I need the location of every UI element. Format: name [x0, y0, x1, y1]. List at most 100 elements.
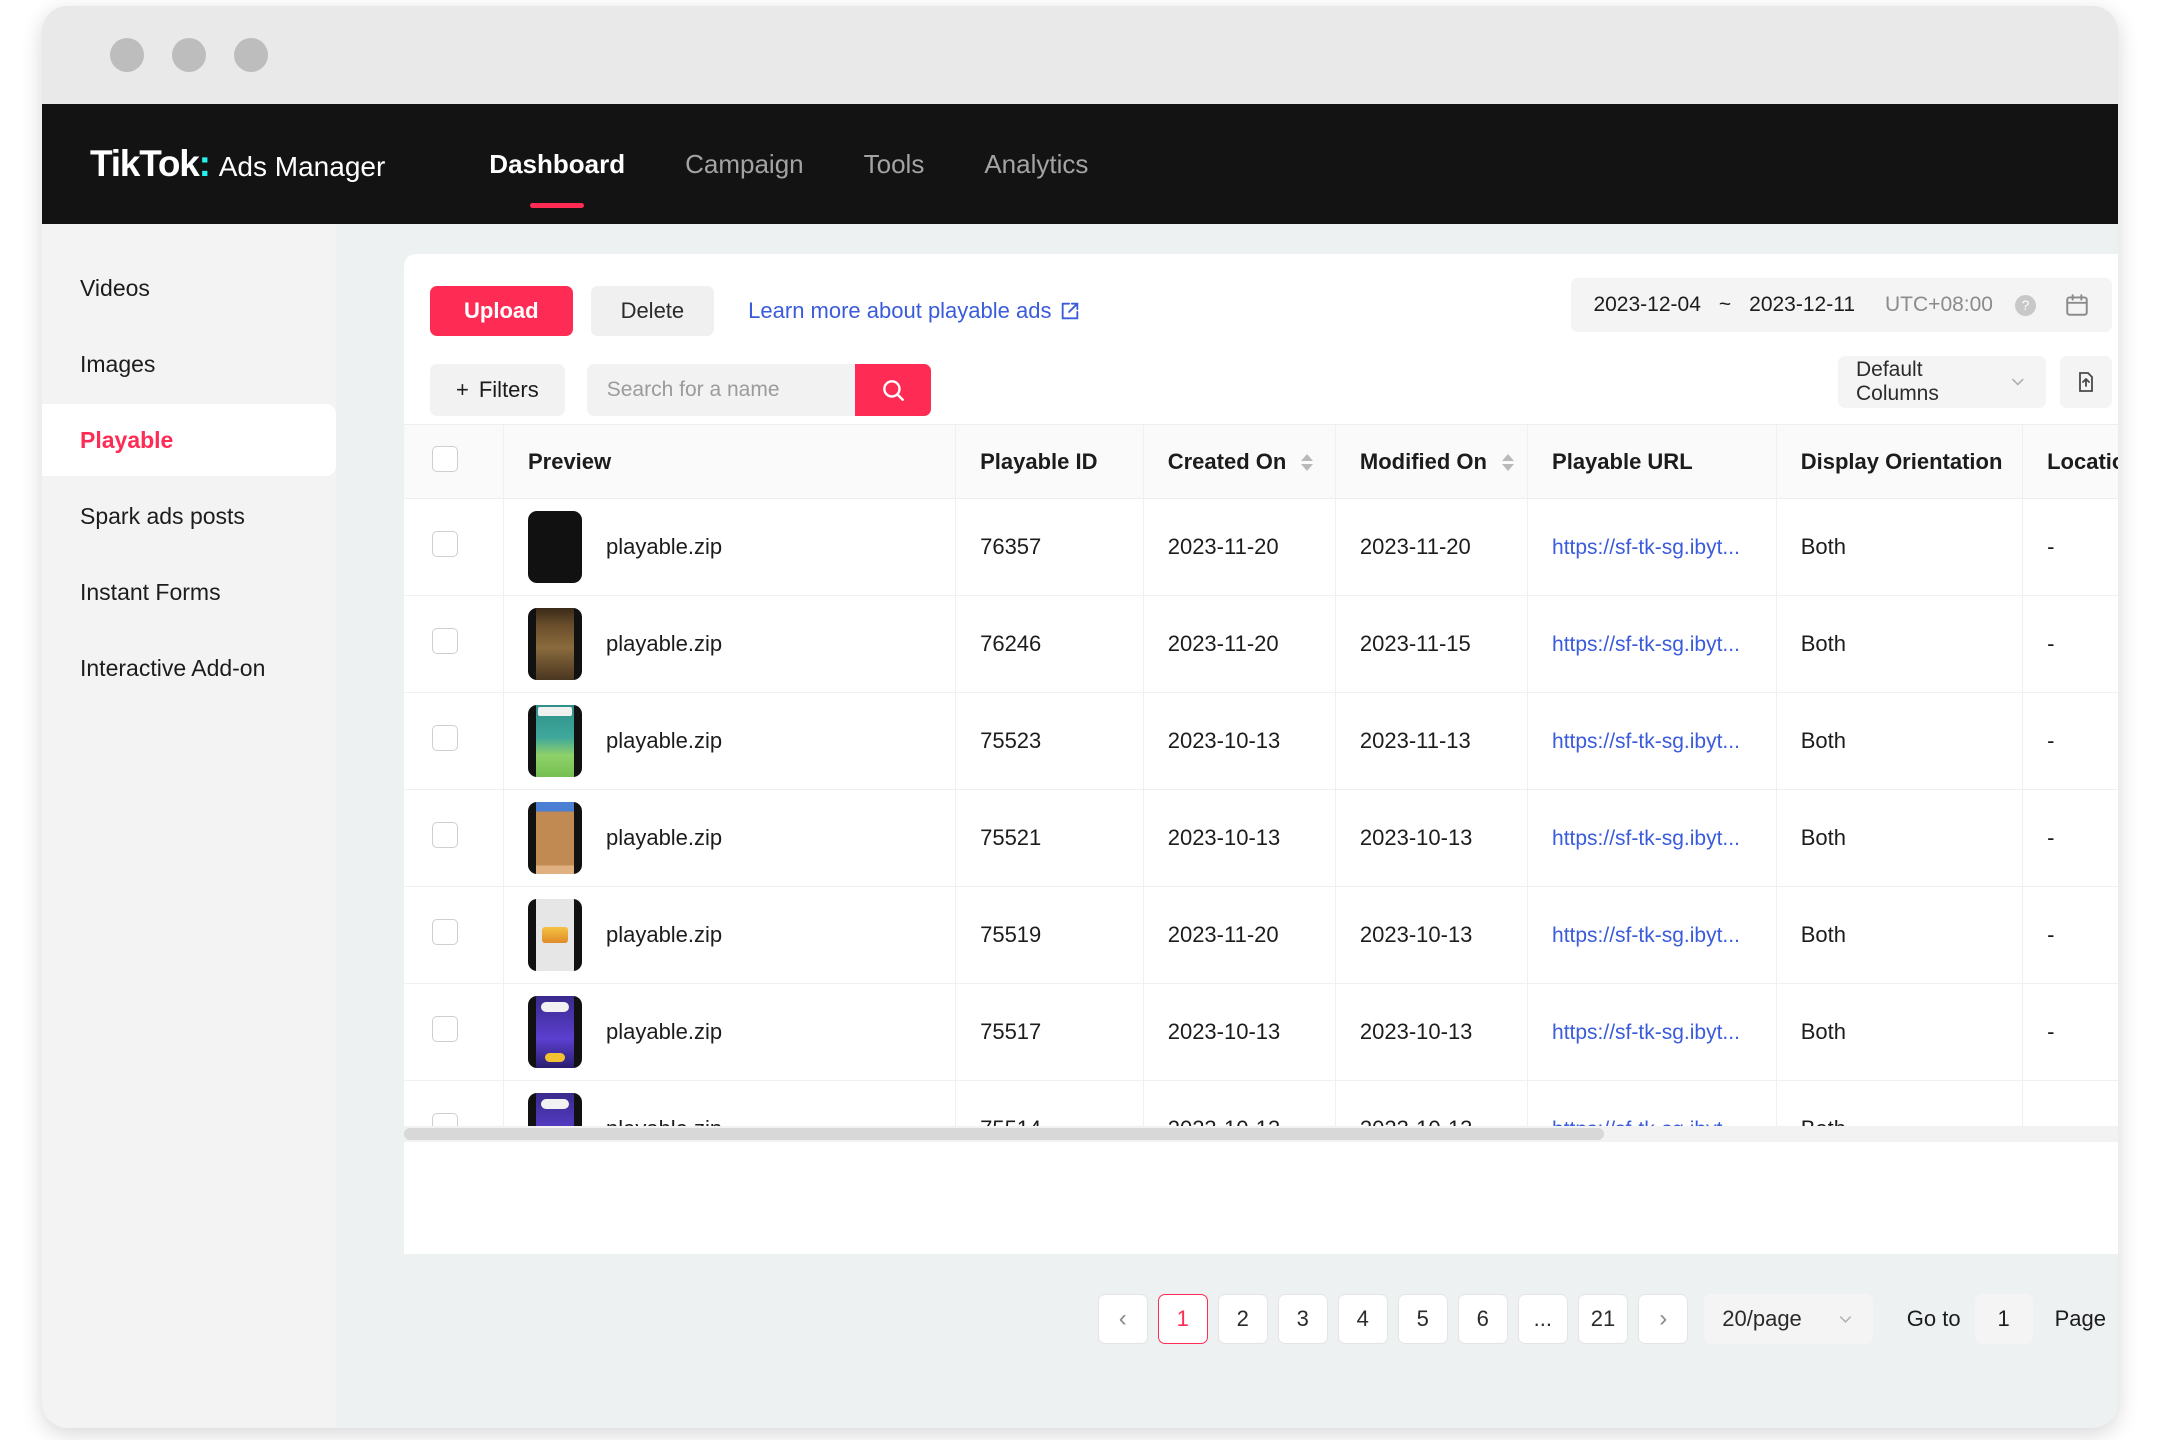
pagination-page-21[interactable]: 21	[1578, 1294, 1628, 1344]
row-checkbox[interactable]	[432, 822, 458, 848]
plus-icon: +	[456, 377, 469, 403]
preview-thumbnail[interactable]	[528, 899, 582, 971]
pagination-next-button[interactable]: ›	[1638, 1294, 1688, 1344]
sidebar-item-playable[interactable]: Playable	[42, 404, 336, 476]
browser-window: TikTok: Ads Manager Dashboard Campaign T…	[42, 6, 2118, 1428]
question-mark-icon[interactable]: ?	[2015, 295, 2036, 316]
cell-display-orientation: Both	[1776, 499, 2022, 596]
pagination-page-5[interactable]: 5	[1398, 1294, 1448, 1344]
row-checkbox[interactable]	[432, 919, 458, 945]
delete-button[interactable]: Delete	[591, 286, 715, 336]
pagination-page-4[interactable]: 4	[1338, 1294, 1388, 1344]
per-page-label: 20/page	[1722, 1306, 1802, 1332]
brand-logo-text: TikTok	[90, 143, 199, 184]
learn-more-link[interactable]: Learn more about playable ads	[748, 298, 1081, 324]
export-button[interactable]	[2060, 356, 2112, 408]
horizontal-scrollbar[interactable]	[404, 1126, 2118, 1142]
search-input[interactable]	[587, 364, 855, 416]
cell-display-orientation: Both	[1776, 693, 2022, 790]
header-created-on[interactable]: Created On	[1143, 425, 1335, 499]
goto-page-input[interactable]	[1975, 1294, 2033, 1344]
table-row[interactable]: playable.zip755212023-10-132023-10-13htt…	[404, 790, 2118, 887]
header-location[interactable]: Location	[2023, 425, 2118, 499]
row-checkbox[interactable]	[432, 725, 458, 751]
columns-select-label: Default Columns	[1856, 358, 2008, 406]
pagination-ellipsis[interactable]: ...	[1518, 1294, 1568, 1344]
minimize-dot[interactable]	[172, 38, 206, 72]
window-titlebar	[42, 6, 2118, 104]
nav-tab-dashboard[interactable]: Dashboard	[459, 141, 655, 188]
playable-url-link[interactable]: https://sf-tk-sg.ibyt...	[1552, 730, 1740, 753]
sidebar-item-instant-forms[interactable]: Instant Forms	[42, 556, 336, 628]
playable-url-link[interactable]: https://sf-tk-sg.ibyt...	[1552, 924, 1740, 947]
cell-location: -	[2023, 790, 2118, 887]
preview-thumbnail[interactable]	[528, 705, 582, 777]
playable-url-link[interactable]: https://sf-tk-sg.ibyt...	[1552, 633, 1740, 656]
per-page-select[interactable]: 20/page	[1704, 1294, 1873, 1344]
pagination-page-1[interactable]: 1	[1158, 1294, 1208, 1344]
playable-url-link[interactable]: https://sf-tk-sg.ibyt...	[1552, 1021, 1740, 1044]
sort-icon-created-on[interactable]	[1301, 454, 1313, 471]
table-row[interactable]: playable.zip763572023-11-202023-11-20htt…	[404, 499, 2118, 596]
sidebar-item-videos[interactable]: Videos	[42, 252, 336, 324]
nav-tabs: Dashboard Campaign Tools Analytics	[459, 141, 1118, 188]
cell-modified-on: 2023-11-13	[1335, 693, 1527, 790]
nav-tab-tools[interactable]: Tools	[834, 141, 955, 188]
pagination-page-3[interactable]: 3	[1278, 1294, 1328, 1344]
sort-icon-modified-on[interactable]	[1502, 454, 1514, 471]
preview-thumbnail[interactable]	[528, 608, 582, 680]
header-preview[interactable]: Preview	[503, 425, 955, 499]
pagination-prev-button[interactable]: ‹	[1098, 1294, 1148, 1344]
maximize-dot[interactable]	[234, 38, 268, 72]
pagination-page-2[interactable]: 2	[1218, 1294, 1268, 1344]
select-all-checkbox[interactable]	[432, 446, 458, 472]
page-suffix-label: Page	[2055, 1306, 2106, 1332]
calendar-icon[interactable]	[2064, 292, 2090, 318]
preview-thumbnail[interactable]	[528, 511, 582, 583]
nav-tab-analytics[interactable]: Analytics	[954, 141, 1118, 188]
row-checkbox[interactable]	[432, 531, 458, 557]
playable-url-link[interactable]: https://sf-tk-sg.ibyt...	[1552, 827, 1740, 850]
nav-tab-campaign[interactable]: Campaign	[655, 141, 834, 188]
close-dot[interactable]	[110, 38, 144, 72]
table-row[interactable]: playable.zip755192023-11-202023-10-13htt…	[404, 887, 2118, 984]
pagination-page-6[interactable]: 6	[1458, 1294, 1508, 1344]
table-row[interactable]: playable.zip755232023-10-132023-11-13htt…	[404, 693, 2118, 790]
search-button[interactable]	[855, 364, 931, 416]
horizontal-scrollbar-thumb[interactable]	[404, 1128, 1604, 1140]
header-display-orientation[interactable]: Display Orientation	[1776, 425, 2022, 499]
table-scroll-container[interactable]: Preview Playable ID Created On Modified …	[404, 424, 2118, 1142]
row-checkbox[interactable]	[432, 1016, 458, 1042]
file-name-label: playable.zip	[606, 631, 722, 657]
cell-preview: playable.zip	[503, 984, 955, 1081]
row-select-cell	[404, 693, 503, 790]
header-modified-on[interactable]: Modified On	[1335, 425, 1527, 499]
filters-label: Filters	[479, 377, 539, 403]
cell-playable-url: https://sf-tk-sg.ibyt...	[1528, 887, 1777, 984]
cell-location: -	[2023, 596, 2118, 693]
cell-created-on: 2023-10-13	[1143, 790, 1335, 887]
header-playable-id[interactable]: Playable ID	[956, 425, 1144, 499]
search-icon	[880, 377, 906, 403]
preview-thumbnail[interactable]	[528, 802, 582, 874]
export-file-icon	[2074, 370, 2098, 394]
header-playable-url[interactable]: Playable URL	[1528, 425, 1777, 499]
table-row[interactable]: playable.zip762462023-11-202023-11-15htt…	[404, 596, 2118, 693]
playable-url-link[interactable]: https://sf-tk-sg.ibyt...	[1552, 536, 1740, 559]
sidebar-item-spark-ads-posts[interactable]: Spark ads posts	[42, 480, 336, 552]
brand-logo[interactable]: TikTok: Ads Manager	[90, 143, 385, 185]
row-checkbox[interactable]	[432, 628, 458, 654]
sidebar: Videos Images Playable Spark ads posts I…	[42, 224, 336, 1428]
date-range-picker[interactable]: 2023-12-04 ~ 2023-12-11 UTC+08:00 ?	[1571, 278, 2112, 332]
upload-button[interactable]: Upload	[430, 286, 573, 336]
page-body: Videos Images Playable Spark ads posts I…	[42, 224, 2118, 1428]
sidebar-item-interactive-add-on[interactable]: Interactive Add-on	[42, 632, 336, 704]
filters-button[interactable]: + Filters	[430, 364, 565, 416]
row-select-cell	[404, 596, 503, 693]
table-row[interactable]: playable.zip755172023-10-132023-10-13htt…	[404, 984, 2118, 1081]
sidebar-item-images[interactable]: Images	[42, 328, 336, 400]
cell-display-orientation: Both	[1776, 790, 2022, 887]
columns-select[interactable]: Default Columns	[1838, 356, 2046, 408]
preview-thumbnail[interactable]	[528, 996, 582, 1068]
cell-preview: playable.zip	[503, 596, 955, 693]
